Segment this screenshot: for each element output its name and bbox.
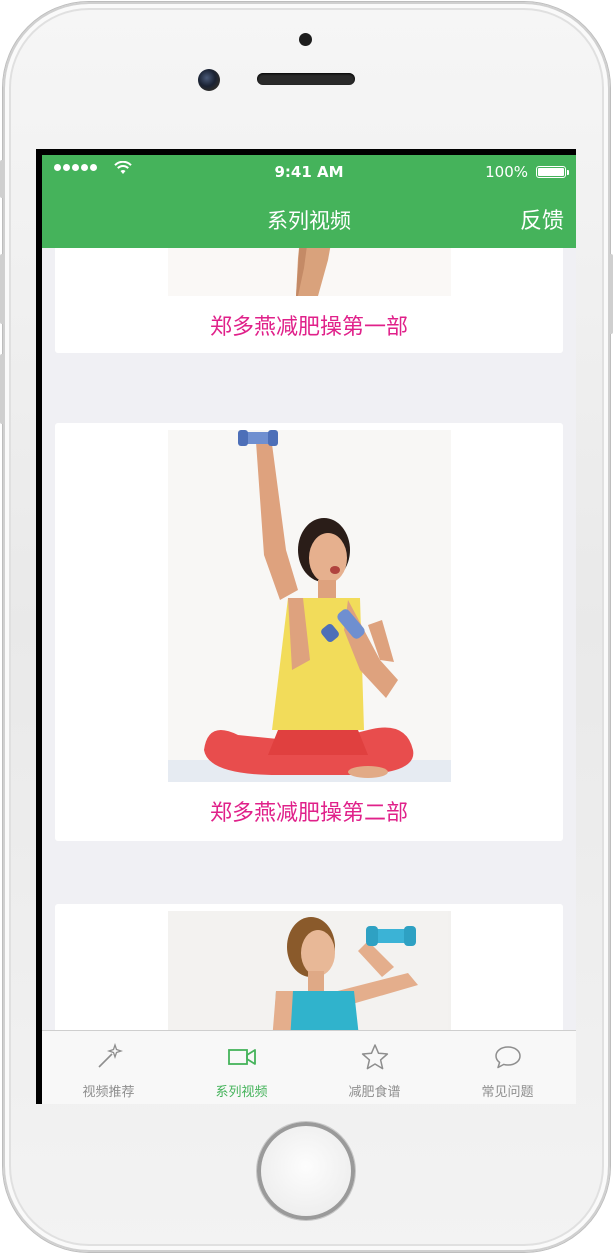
navigation-bar: 系列视频 反馈 (42, 189, 576, 248)
tab-diet-recipes[interactable]: 减肥食谱 (308, 1031, 441, 1104)
video-thumbnail (168, 248, 451, 296)
battery-icon (536, 166, 569, 178)
video-card[interactable]: 郑多燕减肥操第二部 (55, 423, 563, 841)
video-title: 郑多燕减肥操第一部 (209, 315, 408, 340)
video-thumbnail (168, 430, 451, 782)
video-thumbnail (168, 911, 451, 1030)
video-camera-icon (227, 1049, 256, 1065)
tab-label: 系列视频 (215, 1085, 268, 1100)
page-title: 系列视频 (267, 209, 351, 233)
power-button (609, 254, 613, 334)
tab-series-videos[interactable]: 系列视频 (175, 1031, 308, 1104)
phone-screen: 9:41 AM 100% 系列视频 反馈 郑多燕减肥操第一部 郑多燕减肥操第二部… (36, 149, 576, 1104)
app-window: 9:41 AM 100% 系列视频 反馈 郑多燕减肥操第一部 郑多燕减肥操第二部… (42, 155, 576, 1104)
battery-percentage: 100% (485, 163, 528, 181)
tab-label: 视频推荐 (82, 1085, 135, 1100)
proximity-sensor (299, 33, 312, 46)
chat-bubble-icon (494, 1046, 521, 1069)
tab-bar: 视频推荐 系列视频 减肥食谱 常见问题 (42, 1030, 576, 1104)
volume-up-button (0, 254, 4, 324)
video-list[interactable]: 郑多燕减肥操第一部 郑多燕减肥操第二部 (42, 248, 576, 1030)
video-card[interactable] (55, 904, 563, 1030)
video-title: 郑多燕减肥操第二部 (209, 801, 408, 826)
tab-label: 常见问题 (481, 1085, 534, 1100)
mute-switch (0, 160, 4, 198)
earpiece-speaker (257, 73, 355, 85)
video-card[interactable]: 郑多燕减肥操第一部 (55, 248, 563, 353)
status-bar: 9:41 AM 100% (42, 155, 576, 189)
home-button[interactable] (257, 1122, 355, 1220)
tab-faq[interactable]: 常见问题 (441, 1031, 574, 1104)
tab-label: 减肥食谱 (348, 1085, 401, 1100)
front-camera (198, 69, 220, 91)
volume-down-button (0, 354, 4, 424)
tab-video-recommend[interactable]: 视频推荐 (42, 1031, 175, 1104)
feedback-button[interactable]: 反馈 (520, 203, 564, 235)
magic-wand-icon (97, 1043, 123, 1068)
star-icon (361, 1044, 388, 1070)
